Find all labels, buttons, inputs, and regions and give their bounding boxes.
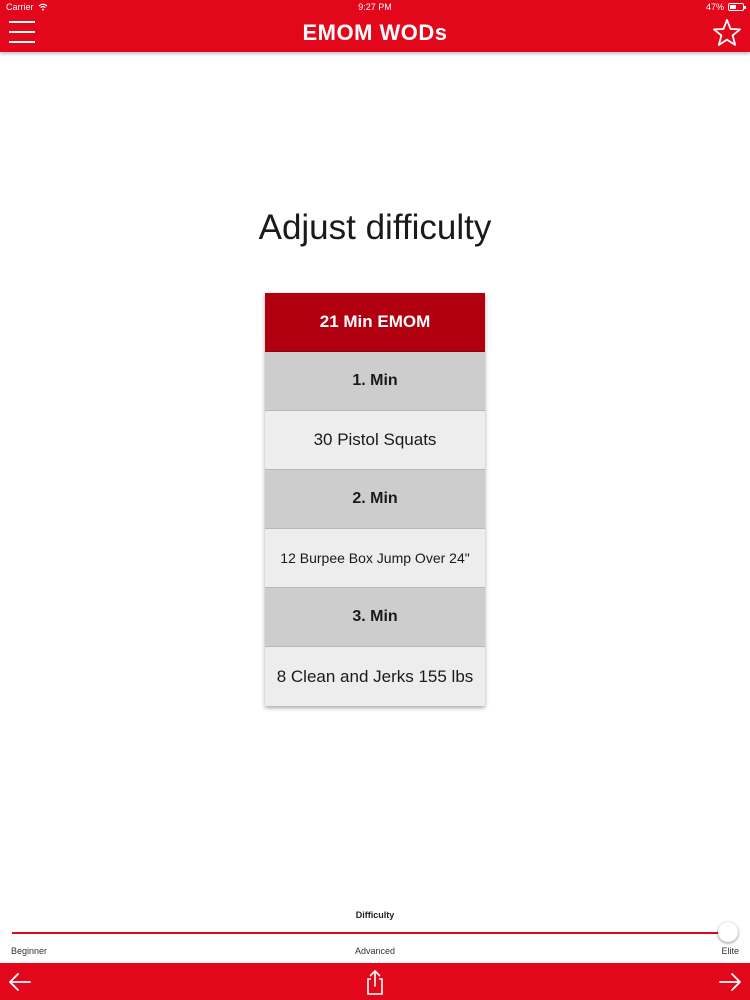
status-bar: Carrier 9:27 PM 47% [0, 0, 750, 14]
share-icon[interactable] [361, 968, 389, 996]
exercise-row: 12 Burpee Box Jump Over 24" [265, 529, 485, 588]
minute-row: 2. Min [265, 470, 485, 529]
minute-row: 3. Min [265, 588, 485, 647]
battery-icon [728, 3, 746, 11]
workout-card: 21 Min EMOM 1. Min 30 Pistol Squats 2. M… [265, 293, 485, 706]
bottom-toolbar [0, 963, 750, 1000]
battery-percent: 47% [705, 2, 724, 12]
star-outline-icon[interactable] [712, 18, 742, 48]
exercise-row: 8 Clean and Jerks 155 lbs [265, 647, 485, 706]
navigation-bar: EMOM WODs [0, 14, 750, 52]
exercise-row: 30 Pistol Squats [265, 411, 485, 470]
arrow-left-icon[interactable] [6, 968, 34, 996]
difficulty-slider-track[interactable] [12, 932, 728, 934]
top-bar: Carrier 9:27 PM 47% EMOM WODs [0, 0, 750, 52]
status-time: 9:27 PM [358, 2, 392, 12]
difficulty-label: Difficulty [355, 910, 395, 920]
arrow-right-icon[interactable] [716, 968, 744, 996]
difficulty-slider-thumb[interactable] [718, 922, 738, 942]
page-heading: Adjust difficulty [258, 208, 492, 247]
difficulty-level-advanced: Advanced [354, 946, 396, 956]
app-title: EMOM WODs [302, 20, 448, 45]
workout-title: 21 Min EMOM [265, 293, 485, 352]
minute-row: 1. Min [265, 352, 485, 411]
difficulty-level-elite: Elite [721, 946, 739, 956]
